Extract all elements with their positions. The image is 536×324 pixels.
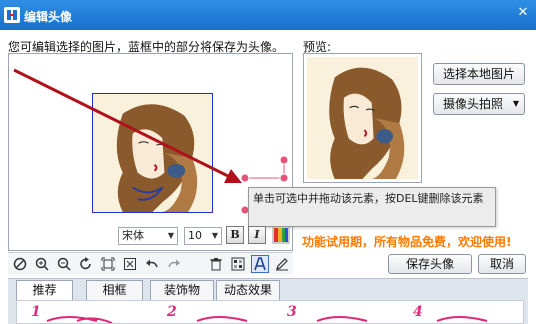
font-family-value: 宋体 (122, 229, 144, 242)
window-title: 编辑头像 (24, 10, 73, 24)
tab-animations[interactable]: 动态效果 (216, 280, 280, 300)
chevron-down-icon: ▼ (167, 231, 174, 240)
hint-tooltip: 单击可选中并拖动该元素，按DEL键删除该元素 (248, 187, 496, 227)
chevron-down-icon: ▼ (512, 99, 519, 108)
fullscreen-icon[interactable] (121, 255, 139, 273)
text-color-icon[interactable] (272, 226, 290, 244)
font-size-value: 10 (188, 229, 202, 242)
trash-icon[interactable] (207, 255, 225, 273)
chevron-down-icon: ▼ (211, 231, 218, 240)
zoom-in-icon[interactable] (33, 255, 51, 273)
promo-text: 功能试用期，所有物品免费，欢迎使用! (302, 235, 512, 249)
crop-selection-frame[interactable] (92, 93, 213, 213)
pen-icon[interactable] (273, 255, 291, 273)
edit-toolbar (8, 252, 293, 274)
title-bar: 编辑头像 ✕ (0, 0, 536, 30)
strip-decoration (46, 316, 488, 323)
cancel-button[interactable]: 取消 (478, 254, 526, 274)
font-family-select[interactable]: 宋体 ▼ (118, 227, 178, 245)
mosaic-icon[interactable] (229, 255, 247, 273)
preview-image (307, 57, 418, 179)
bold-button[interactable]: B (226, 226, 244, 244)
tab-recommend[interactable]: 推荐 (16, 280, 73, 300)
close-icon[interactable]: ✕ (516, 6, 530, 20)
zoom-out-icon[interactable] (55, 255, 73, 273)
font-size-select[interactable]: 10 ▼ (184, 227, 222, 245)
undo-icon[interactable] (143, 255, 161, 273)
rotate-icon[interactable] (77, 255, 95, 273)
app-logo-icon (4, 7, 20, 23)
preview-box (303, 53, 422, 183)
avatar-image (93, 94, 212, 212)
fit-icon[interactable] (99, 255, 117, 273)
sticker-strip[interactable]: 1 2 3 4 (16, 300, 524, 324)
text-icon[interactable] (251, 255, 269, 273)
no-icon[interactable] (11, 255, 29, 273)
camera-capture-button[interactable]: 摄像头拍照 ▼ (433, 93, 525, 115)
camera-button-label: 摄像头拍照 (443, 97, 504, 111)
tab-decorations[interactable]: 装饰物 (150, 280, 214, 300)
italic-button[interactable]: I (248, 226, 266, 244)
save-avatar-button[interactable]: 保存头像 (388, 254, 472, 274)
select-local-image-button[interactable]: 选择本地图片 (433, 63, 525, 85)
tab-frames[interactable]: 相框 (86, 280, 143, 300)
redo-icon[interactable] (165, 255, 183, 273)
